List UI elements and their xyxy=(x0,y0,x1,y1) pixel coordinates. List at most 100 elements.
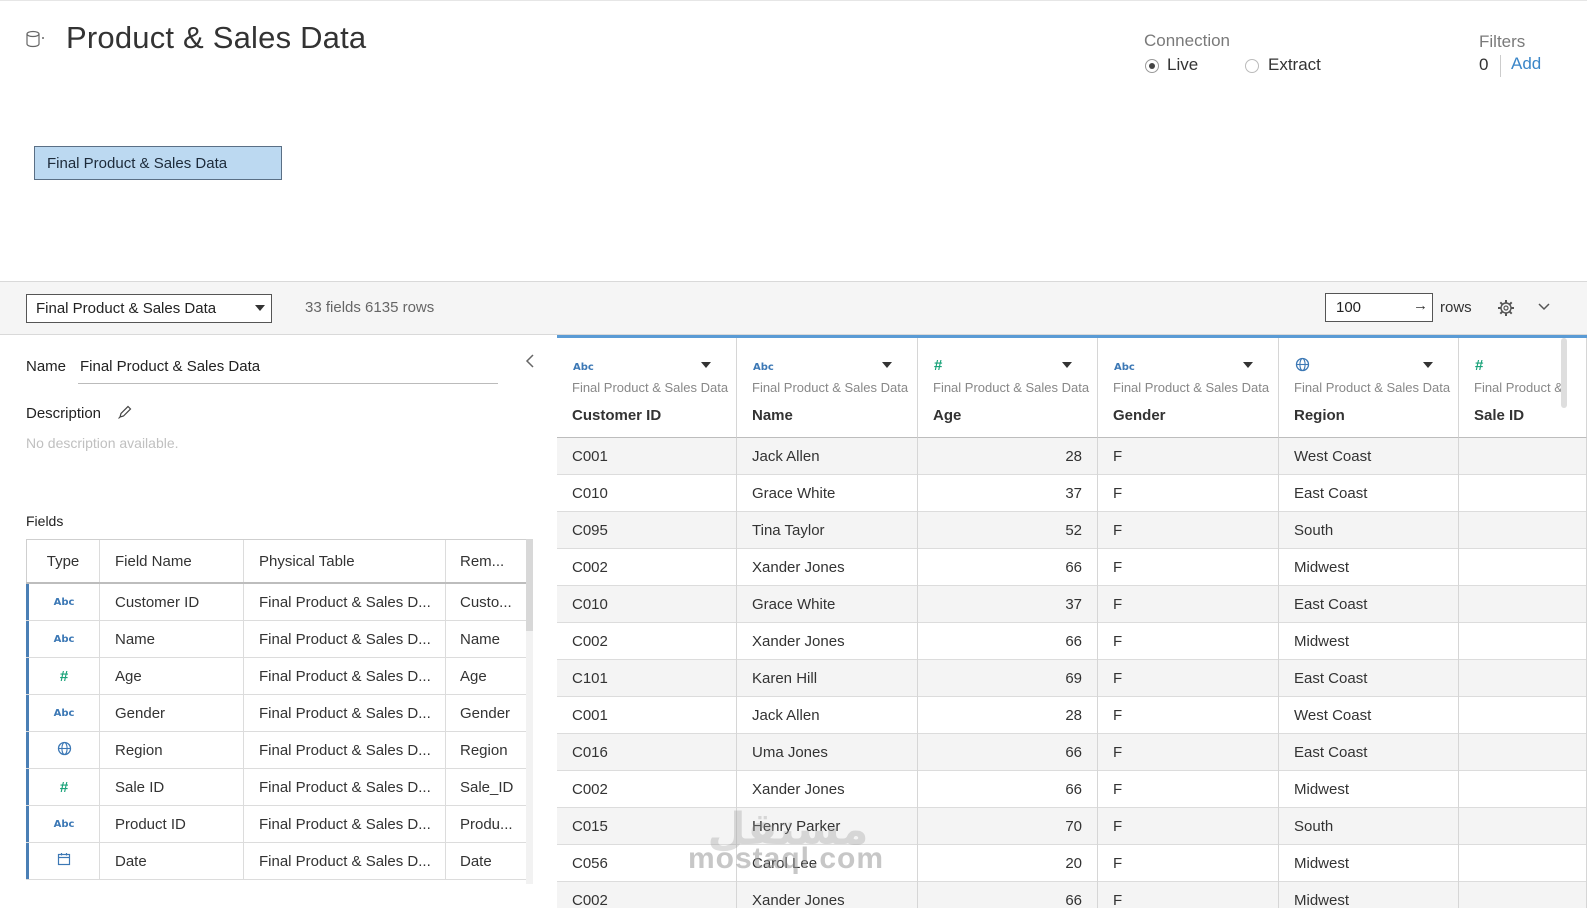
table-cell[interactable]: F xyxy=(1098,771,1279,808)
table-cell[interactable] xyxy=(1459,697,1587,734)
table-cell[interactable]: East Coast xyxy=(1279,734,1459,771)
fields-column-header[interactable]: Field Name xyxy=(99,540,243,582)
column-header[interactable]: # Final Product & Sale ID xyxy=(1459,338,1587,438)
field-type-cell[interactable]: Abc xyxy=(26,621,99,657)
table-row[interactable]: C002 Xander Jones 66 F Midwest xyxy=(557,549,1587,586)
table-cell[interactable]: Uma Jones xyxy=(737,734,918,771)
field-row[interactable]: Region Final Product & Sales D... Region xyxy=(26,732,526,769)
table-cell[interactable] xyxy=(1459,475,1587,512)
table-cell[interactable]: Midwest xyxy=(1279,549,1459,586)
table-cell[interactable] xyxy=(1459,771,1587,808)
column-type[interactable] xyxy=(1295,357,1310,377)
table-row[interactable]: C001 Jack Allen 28 F West Coast xyxy=(557,697,1587,734)
table-cell[interactable]: C002 xyxy=(557,623,737,660)
table-cell[interactable]: F xyxy=(1098,734,1279,771)
table-cell[interactable]: Midwest xyxy=(1279,623,1459,660)
table-cell[interactable]: 28 xyxy=(918,697,1098,734)
table-cell[interactable]: 66 xyxy=(918,771,1098,808)
table-cell[interactable]: C101 xyxy=(557,660,737,697)
field-row[interactable]: Abc Product ID Final Product & Sales D... P… xyxy=(26,806,526,843)
table-row[interactable]: C101 Karen Hill 69 F East Coast xyxy=(557,660,1587,697)
chevron-down-icon[interactable] xyxy=(1537,300,1551,314)
field-row[interactable]: # Age Final Product & Sales D... Age xyxy=(26,658,526,695)
column-type[interactable]: # xyxy=(1475,357,1483,375)
table-cell[interactable]: 20 xyxy=(918,845,1098,882)
table-cell[interactable]: 52 xyxy=(918,512,1098,549)
chevron-down-icon[interactable] xyxy=(1062,362,1072,368)
table-cell[interactable]: 66 xyxy=(918,882,1098,908)
table-cell[interactable]: 66 xyxy=(918,623,1098,660)
table-cell[interactable]: F xyxy=(1098,549,1279,586)
field-name-cell[interactable]: Product ID xyxy=(99,806,243,842)
table-cell[interactable]: C002 xyxy=(557,549,737,586)
table-cell[interactable] xyxy=(1459,549,1587,586)
table-cell[interactable]: East Coast xyxy=(1279,586,1459,623)
table-cell[interactable] xyxy=(1459,438,1587,475)
table-cell[interactable]: C001 xyxy=(557,697,737,734)
table-cell[interactable]: F xyxy=(1098,512,1279,549)
table-row[interactable]: C001 Jack Allen 28 F West Coast xyxy=(557,438,1587,475)
table-cell[interactable]: Tina Taylor xyxy=(737,512,918,549)
table-cell[interactable]: F xyxy=(1098,845,1279,882)
field-name-cell[interactable]: Gender xyxy=(99,695,243,731)
fields-column-header[interactable]: Physical Table xyxy=(243,540,445,582)
live-radio-label[interactable]: Live xyxy=(1167,55,1198,75)
table-cell[interactable]: Midwest xyxy=(1279,771,1459,808)
table-cell[interactable]: F xyxy=(1098,882,1279,908)
grid-scrollbar[interactable] xyxy=(1561,338,1567,408)
table-cell[interactable]: East Coast xyxy=(1279,475,1459,512)
page-title[interactable]: Product & Sales Data xyxy=(66,20,366,56)
table-cell[interactable] xyxy=(1459,808,1587,845)
table-cell[interactable] xyxy=(1459,623,1587,660)
table-cell[interactable]: F xyxy=(1098,475,1279,512)
extract-radio-label[interactable]: Extract xyxy=(1268,55,1321,75)
field-row[interactable]: Abc Customer ID Final Product & Sales D...… xyxy=(26,584,526,621)
table-cell[interactable]: F xyxy=(1098,623,1279,660)
table-cell[interactable]: East Coast xyxy=(1279,660,1459,697)
table-node[interactable]: Final Product & Sales Data xyxy=(34,146,282,180)
table-cell[interactable] xyxy=(1459,845,1587,882)
table-cell[interactable]: F xyxy=(1098,438,1279,475)
column-type[interactable]: Abc xyxy=(753,357,774,375)
table-cell[interactable] xyxy=(1459,734,1587,771)
arrow-right-icon[interactable]: → xyxy=(1413,297,1428,314)
table-cell[interactable] xyxy=(1459,586,1587,623)
fields-column-header[interactable]: Rem... xyxy=(445,540,526,582)
field-type-cell[interactable]: # xyxy=(26,658,99,694)
table-cell[interactable]: Xander Jones xyxy=(737,882,918,908)
field-type-cell[interactable]: Abc xyxy=(26,584,99,620)
column-type[interactable]: # xyxy=(934,357,942,375)
column-type[interactable]: Abc xyxy=(1114,357,1135,375)
field-row[interactable]: Date Final Product & Sales D... Date xyxy=(26,843,526,880)
table-cell[interactable]: C001 xyxy=(557,438,737,475)
field-type-cell[interactable]: # xyxy=(26,769,99,805)
field-name-cell[interactable]: Name xyxy=(99,621,243,657)
table-cell[interactable]: Karen Hill xyxy=(737,660,918,697)
field-row[interactable]: Abc Gender Final Product & Sales D... Gende… xyxy=(26,695,526,732)
table-cell[interactable]: Jack Allen xyxy=(737,697,918,734)
field-name-cell[interactable]: Age xyxy=(99,658,243,694)
table-cell[interactable]: Jack Allen xyxy=(737,438,918,475)
table-cell[interactable]: 28 xyxy=(918,438,1098,475)
chevron-left-icon[interactable] xyxy=(524,353,536,369)
live-radio[interactable] xyxy=(1145,59,1159,73)
field-row[interactable]: Abc Name Final Product & Sales D... Name xyxy=(26,621,526,658)
field-type-cell[interactable] xyxy=(26,732,99,768)
table-cell[interactable]: C002 xyxy=(557,882,737,908)
table-row[interactable]: C010 Grace White 37 F East Coast xyxy=(557,475,1587,512)
table-cell[interactable]: South xyxy=(1279,512,1459,549)
field-name-cell[interactable]: Customer ID xyxy=(99,584,243,620)
table-cell[interactable] xyxy=(1459,882,1587,908)
table-cell[interactable]: South xyxy=(1279,808,1459,845)
table-cell[interactable]: F xyxy=(1098,586,1279,623)
column-header[interactable]: Abc Final Product & Sales Data Name xyxy=(737,338,918,438)
table-cell[interactable]: Grace White xyxy=(737,475,918,512)
table-row[interactable]: C002 Xander Jones 66 F Midwest xyxy=(557,882,1587,908)
field-name-cell[interactable]: Region xyxy=(99,732,243,768)
table-cell[interactable] xyxy=(1459,512,1587,549)
chevron-down-icon[interactable] xyxy=(1243,362,1253,368)
chevron-down-icon[interactable] xyxy=(1423,362,1433,368)
column-header[interactable]: Abc Final Product & Sales Data Gender xyxy=(1098,338,1279,438)
table-row[interactable]: C002 Xander Jones 66 F Midwest xyxy=(557,623,1587,660)
table-select[interactable]: Final Product & Sales Data xyxy=(26,294,272,323)
